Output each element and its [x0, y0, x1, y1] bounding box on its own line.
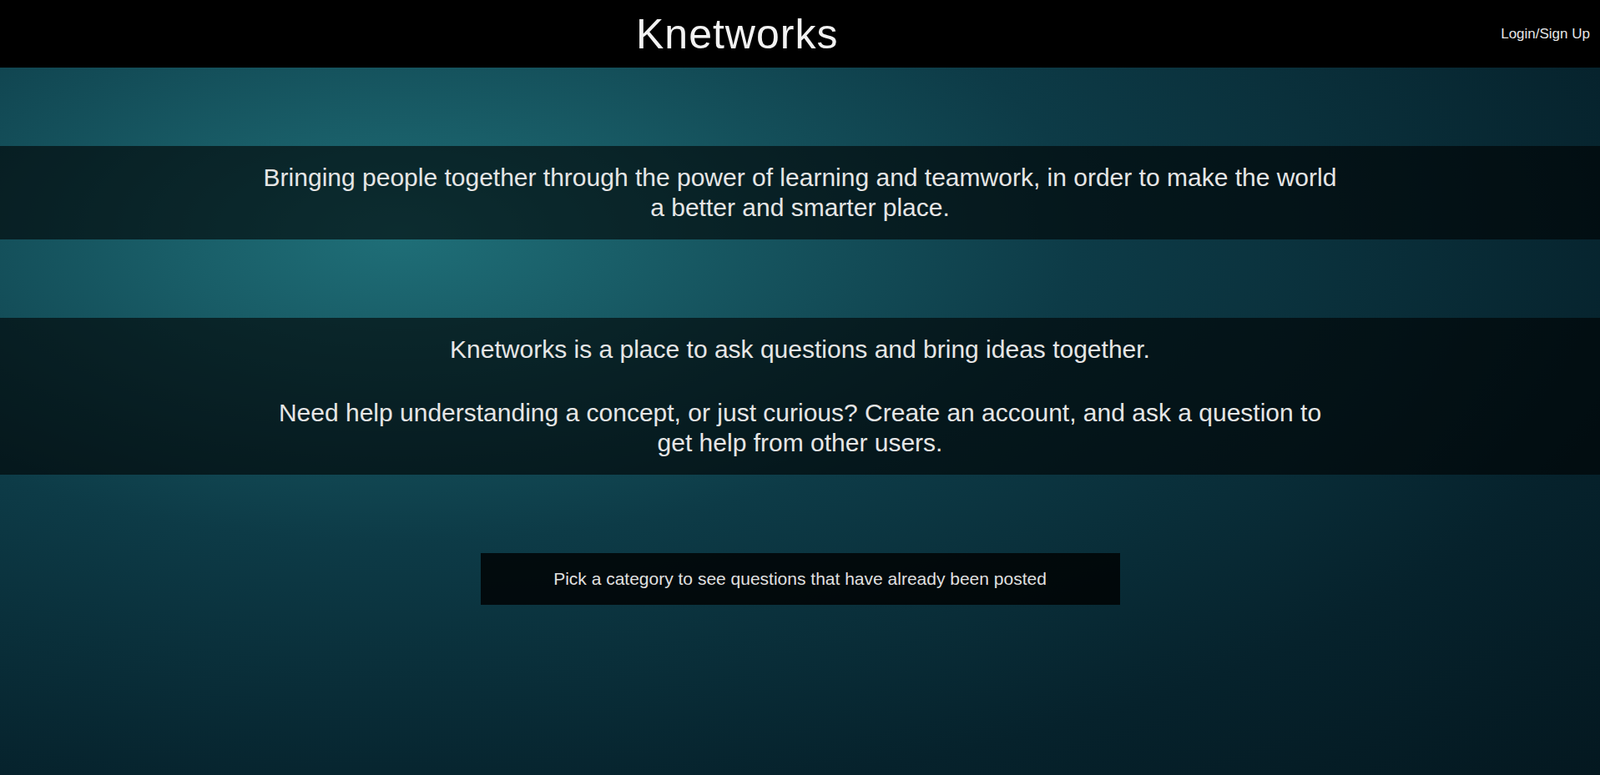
- page: Knetworks Login/Sign Up Bringing people to…: [0, 0, 1600, 775]
- header: Knetworks Login/Sign Up: [0, 0, 1600, 68]
- login-signup-button[interactable]: Login/Sign Up: [1497, 20, 1594, 49]
- category-prompt-button[interactable]: Pick a category to see questions that ha…: [480, 553, 1121, 606]
- tagline-band: Bringing people together through the pow…: [0, 146, 1600, 240]
- tagline: Bringing people together through the pow…: [249, 162, 1352, 223]
- intro-paragraph: Knetworks is a place to ask questions an…: [436, 334, 1164, 365]
- intro-paragraph: Need help understanding a concept, or ju…: [245, 398, 1356, 459]
- intro-band: Knetworks is a place to ask questions an…: [0, 317, 1600, 475]
- site-title: Knetworks: [635, 13, 838, 56]
